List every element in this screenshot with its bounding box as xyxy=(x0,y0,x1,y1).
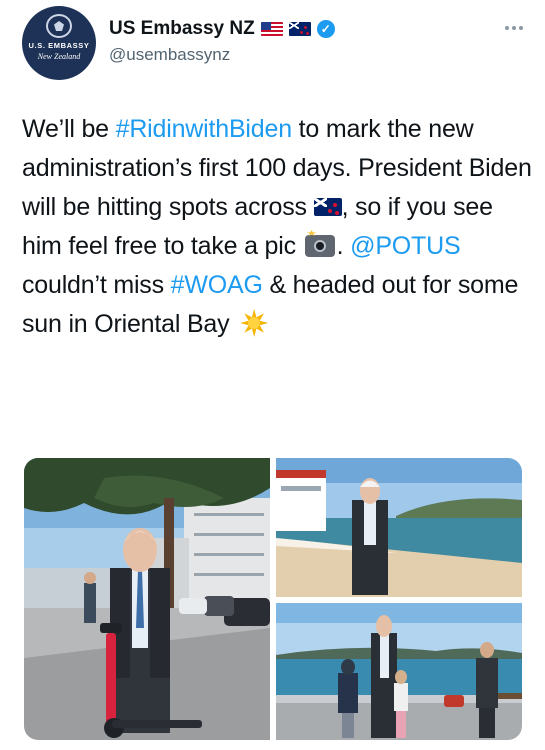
photo-street-scene xyxy=(24,458,270,740)
tweet-text: We’ll be #RidinwithBiden to mark the new… xyxy=(22,110,532,344)
photo-waterfront-scene xyxy=(276,603,522,740)
nz-flag-emoji xyxy=(313,198,342,216)
embassy-seal-icon xyxy=(46,14,72,38)
display-name[interactable]: US Embassy NZ xyxy=(109,18,255,40)
tweet-text-segment: . xyxy=(336,232,351,260)
avatar-text-line2: New Zealand xyxy=(37,52,81,61)
photo-biden-cutout-with-family[interactable] xyxy=(276,603,522,740)
account-display-name-row[interactable]: US Embassy NZ ✓ xyxy=(109,18,335,40)
account-handle[interactable]: @usembassynz xyxy=(109,45,230,65)
photo-biden-cutout-beach[interactable] xyxy=(276,458,522,597)
photo-biden-cutout-with-scooter[interactable] xyxy=(24,458,270,740)
avatar[interactable]: U.S. EMBASSY New Zealand xyxy=(22,6,96,80)
more-dot xyxy=(505,26,509,30)
camera-flash-emoji xyxy=(304,235,335,257)
mention-potus[interactable]: @POTUS xyxy=(350,232,461,260)
tweet-text-segment: We’ll be xyxy=(22,115,116,143)
us-flag-icon xyxy=(260,22,283,36)
sun-emoji xyxy=(240,309,268,337)
nz-flag-icon xyxy=(288,22,311,36)
media-grid xyxy=(24,458,522,740)
tweet-text-segment: couldn’t miss xyxy=(22,271,171,299)
verified-badge-icon: ✓ xyxy=(316,20,335,38)
hashtag-woag[interactable]: #WOAG xyxy=(171,271,263,299)
avatar-text-line1: U.S. EMBASSY xyxy=(28,41,90,50)
more-dot xyxy=(519,26,523,30)
more-options-icon[interactable] xyxy=(505,26,523,30)
photo-beach-scene xyxy=(276,458,522,597)
more-dot xyxy=(512,26,516,30)
hashtag-ridinwithbiden[interactable]: #RidinwithBiden xyxy=(116,115,292,143)
